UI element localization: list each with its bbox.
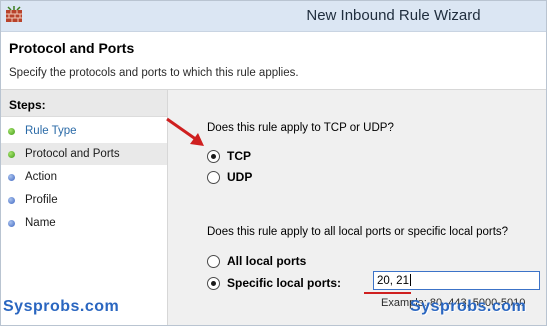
window-title: New Inbound Rule Wizard: [306, 7, 481, 24]
udp-radio-button[interactable]: [207, 171, 220, 184]
all-local-ports-label: All local ports: [227, 254, 307, 268]
red-underline-annotation: [364, 292, 411, 294]
step-pending-bullet-icon: [8, 220, 15, 227]
step-label: Rule Type: [25, 125, 77, 137]
step-label: Action: [25, 171, 57, 183]
step-action: Action: [1, 166, 167, 188]
udp-radio-label: UDP: [227, 170, 253, 184]
step-done-bullet-icon: [8, 128, 15, 135]
ports-question: Does this rule apply to all local ports …: [207, 226, 509, 238]
steps-heading-label: Steps:: [9, 98, 46, 112]
watermark-left: Sysprobs.com: [3, 298, 120, 315]
step-name: Name: [1, 212, 167, 234]
specific-ports-input[interactable]: 20, 21: [373, 271, 540, 290]
step-pending-bullet-icon: [8, 174, 15, 181]
step-profile: Profile: [1, 189, 167, 211]
tcp-radio-label: TCP: [227, 149, 251, 163]
page-title: Protocol and Ports: [9, 40, 135, 56]
text-caret: [409, 274, 411, 286]
steps-panel: Steps: Rule Type Protocol and Ports Acti…: [1, 90, 168, 325]
specific-local-ports-radio-button[interactable]: [207, 277, 220, 290]
steps-heading: Steps:: [1, 90, 167, 117]
step-protocol-and-ports[interactable]: Protocol and Ports: [1, 143, 167, 165]
step-rule-type[interactable]: Rule Type: [1, 120, 167, 142]
wizard-header: Protocol and Ports Specify the protocols…: [1, 32, 546, 90]
wizard-window: New Inbound Rule Wizard Protocol and Por…: [0, 0, 547, 326]
specific-ports-value: 20, 21: [377, 275, 409, 287]
specific-local-ports-label: Specific local ports:: [227, 276, 342, 290]
step-done-bullet-icon: [8, 151, 15, 158]
tcp-radio-button[interactable]: [207, 150, 220, 163]
step-label: Profile: [25, 194, 58, 206]
watermark-right: Sysprobs.com: [410, 298, 527, 315]
step-label: Protocol and Ports: [25, 148, 120, 160]
page-subtitle: Specify the protocols and ports to which…: [9, 67, 299, 79]
step-label: Name: [25, 217, 56, 229]
protocol-question: Does this rule apply to TCP or UDP?: [207, 122, 394, 134]
all-local-ports-radio-button[interactable]: [207, 255, 220, 268]
main-content: Does this rule apply to TCP or UDP? TCP …: [168, 90, 546, 325]
title-bar: New Inbound Rule Wizard: [1, 1, 546, 32]
step-pending-bullet-icon: [8, 197, 15, 204]
